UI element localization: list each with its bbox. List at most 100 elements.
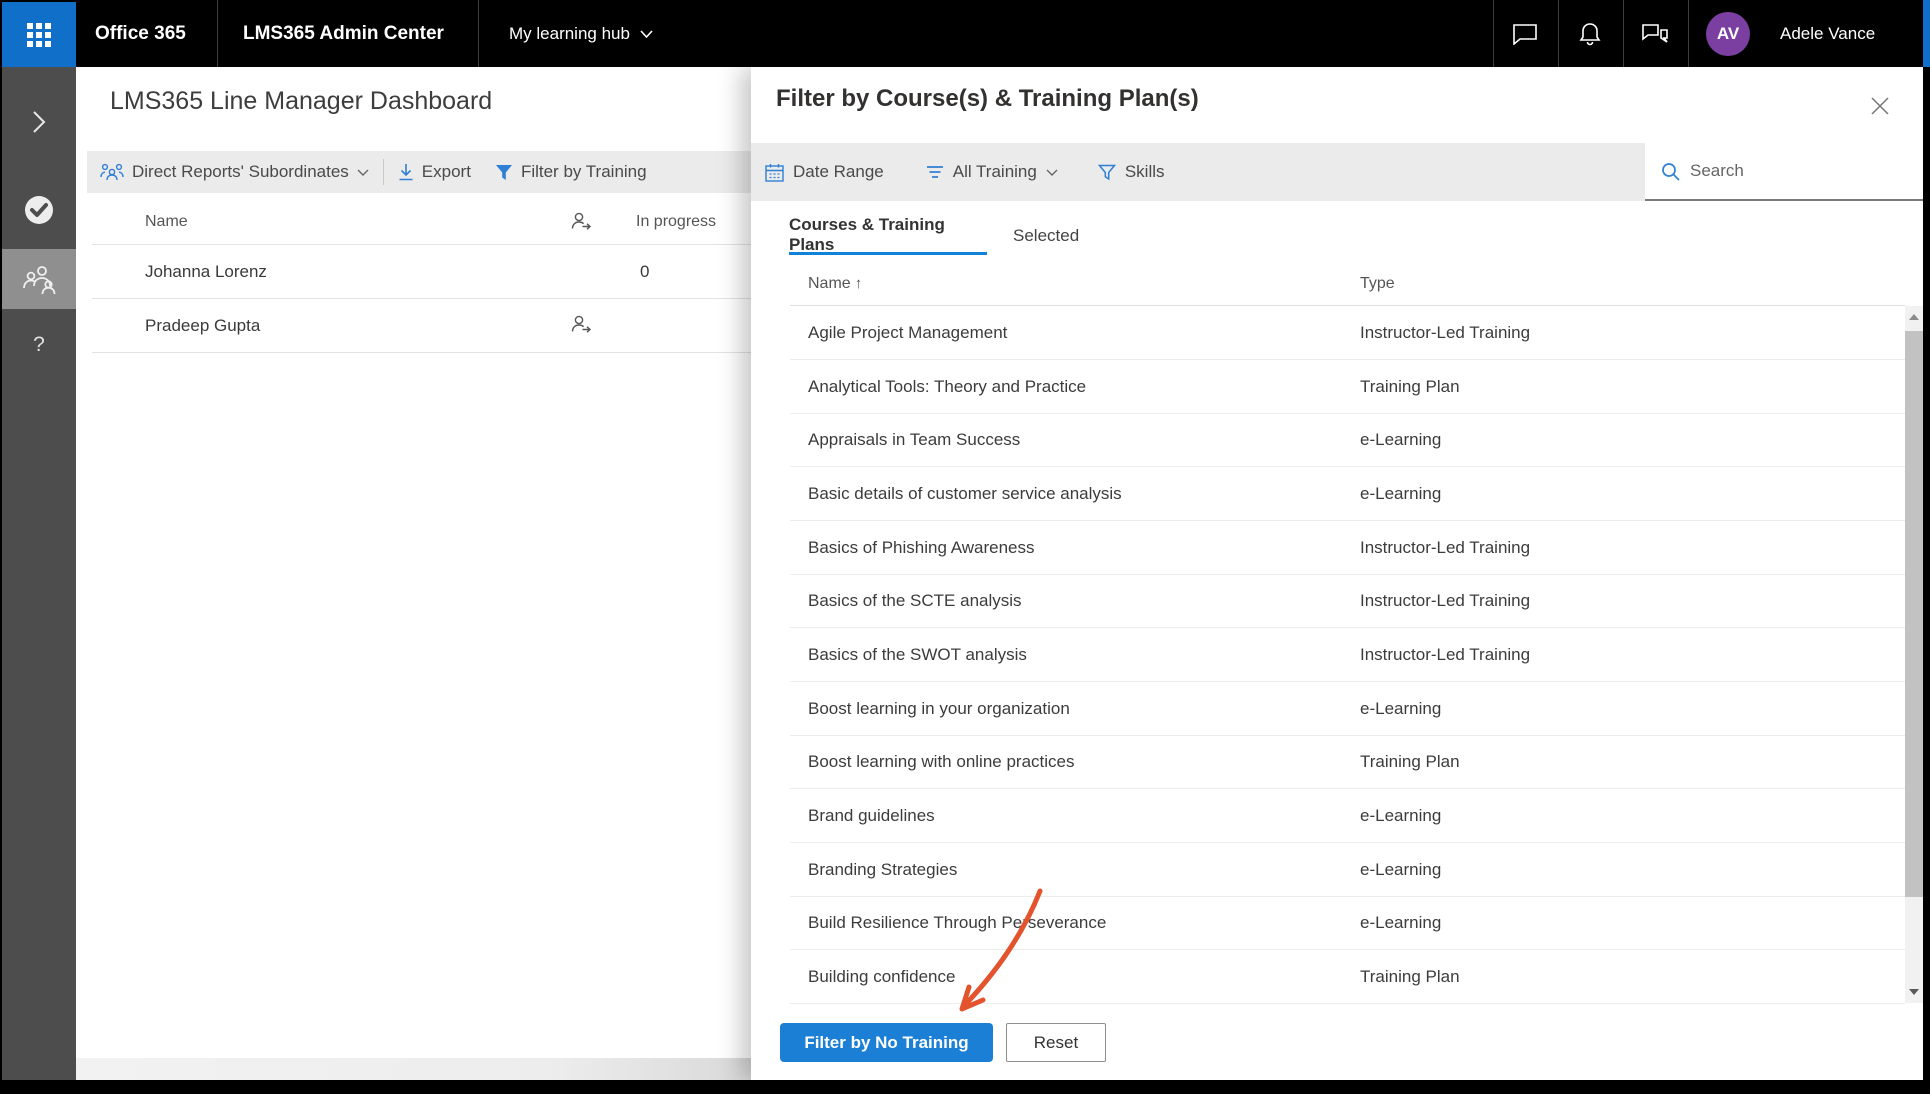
column-header-name[interactable]: Name	[145, 213, 188, 231]
export-button[interactable]: Export	[398, 162, 471, 182]
course-row[interactable]: Build Resilience Through Perseverance e-…	[790, 896, 1905, 950]
filter-funnel-icon	[495, 164, 513, 181]
dashboard-table-header: Name In progress	[92, 199, 751, 245]
topbar-divider	[478, 0, 479, 67]
filter-by-training-button[interactable]: Filter by Training	[495, 162, 647, 182]
search-input[interactable]	[1690, 161, 1890, 181]
person-arrow-icon	[570, 211, 592, 231]
column-header-name[interactable]: Name↑	[808, 275, 862, 293]
course-name: Basics of the SCTE analysis	[808, 591, 1022, 611]
app-title[interactable]: LMS365 Admin Center	[243, 0, 444, 67]
course-name: Boost learning in your organization	[808, 699, 1070, 719]
tab-selected[interactable]: Selected	[1013, 217, 1083, 255]
course-type: e-Learning	[1360, 430, 1441, 450]
course-row[interactable]: Boost learning in your organization e-Le…	[790, 682, 1905, 736]
courses-table-header: Name↑ Type	[790, 263, 1905, 306]
waffle-icon	[26, 22, 52, 48]
course-type: Training Plan	[1360, 377, 1460, 397]
subordinates-column-icon[interactable]	[570, 211, 592, 236]
download-icon	[398, 163, 414, 181]
course-name: Agile Project Management	[808, 323, 1007, 343]
course-row[interactable]: Analytical Tools: Theory and Practice Tr…	[790, 360, 1905, 414]
course-type: e-Learning	[1360, 860, 1441, 880]
date-range-button[interactable]: Date Range	[765, 162, 884, 182]
tab-courses-training-plans[interactable]: Courses & Training Plans	[789, 217, 987, 255]
course-type: e-Learning	[1360, 699, 1441, 719]
avatar[interactable]: AV	[1706, 12, 1750, 56]
course-name: Analytical Tools: Theory and Practice	[808, 377, 1086, 397]
date-range-label: Date Range	[793, 162, 884, 182]
course-row[interactable]: Appraisals in Team Success e-Learning	[790, 413, 1905, 467]
chat-button[interactable]	[1497, 0, 1553, 67]
table-row-johanna-lorenz[interactable]: Johanna Lorenz 0	[92, 245, 751, 299]
course-row[interactable]: Branding Strategies e-Learning	[790, 843, 1905, 897]
course-name: Appraisals in Team Success	[808, 430, 1020, 450]
in-progress-value: 0	[640, 262, 649, 282]
window-edge-accent	[1923, 0, 1930, 67]
close-panel-button[interactable]	[1863, 89, 1897, 123]
skills-funnel-icon	[1098, 164, 1116, 181]
scroll-down-button[interactable]	[1905, 981, 1923, 1003]
panel-scrollbar[interactable]	[1905, 306, 1923, 1003]
org-people-icon	[100, 163, 124, 181]
dashboard-toolbar: Direct Reports' Subordinates Export Filt…	[87, 151, 751, 193]
chevron-down-icon	[357, 169, 369, 176]
course-row[interactable]: Basic details of customer service analys…	[790, 467, 1905, 521]
sidebar-help-button[interactable]: ?	[2, 315, 76, 375]
course-row[interactable]: Building confidence Training Plan	[790, 950, 1905, 1004]
table-row-pradeep-gupta[interactable]: Pradeep Gupta	[92, 299, 751, 353]
course-row[interactable]: Basics of the SCTE analysis Instructor-L…	[790, 574, 1905, 628]
notifications-button[interactable]	[1562, 0, 1618, 67]
sidebar-item-lms365[interactable]	[2, 180, 76, 240]
scope-dropdown[interactable]: Direct Reports' Subordinates	[100, 162, 369, 182]
left-sidebar: ?	[2, 67, 76, 1080]
person-arrow-icon	[570, 314, 592, 334]
sidebar-item-line-manager-dashboard[interactable]	[2, 249, 76, 309]
reset-button[interactable]: Reset	[1006, 1023, 1106, 1062]
chevron-right-icon	[32, 110, 46, 134]
course-name: Boost learning with online practices	[808, 752, 1074, 772]
feedback-button[interactable]	[1627, 0, 1683, 67]
column-header-type[interactable]: Type	[1360, 275, 1395, 293]
course-row[interactable]: Basics of Phishing Awareness Instructor-…	[790, 521, 1905, 575]
scrollbar-thumb[interactable]	[1905, 331, 1923, 897]
triangle-up-icon	[1909, 314, 1919, 320]
course-type: Instructor-Led Training	[1360, 645, 1530, 665]
search-icon	[1661, 162, 1680, 181]
close-icon	[1871, 97, 1889, 115]
course-row[interactable]: Agile Project Management Instructor-Led …	[790, 306, 1905, 360]
chevron-down-icon	[1046, 169, 1058, 176]
app-launcher-button[interactable]	[2, 2, 76, 67]
filter-by-no-training-button[interactable]: Filter by No Training	[780, 1023, 993, 1062]
panel-title: Filter by Course(s) & Training Plan(s)	[776, 85, 1199, 113]
help-icon: ?	[33, 333, 45, 357]
course-name: Brand guidelines	[808, 806, 935, 826]
tab-label: Courses & Training Plans	[789, 215, 987, 255]
horizontal-scrollbar[interactable]	[76, 1058, 751, 1080]
course-type: Instructor-Led Training	[1360, 591, 1530, 611]
scroll-up-button[interactable]	[1905, 306, 1923, 328]
course-row[interactable]: Basics of the SWOT analysis Instructor-L…	[790, 628, 1905, 682]
employee-name: Johanna Lorenz	[145, 262, 267, 282]
sort-ascending-icon: ↑	[855, 275, 863, 292]
skills-button[interactable]: Skills	[1098, 162, 1165, 182]
course-name: Build Resilience Through Perseverance	[808, 913, 1106, 933]
user-name[interactable]: Adele Vance	[1780, 0, 1875, 67]
sidebar-expand-button[interactable]	[2, 92, 76, 152]
triangle-down-icon	[1909, 989, 1919, 995]
topbar-divider	[217, 0, 218, 67]
course-name: Basics of the SWOT analysis	[808, 645, 1027, 665]
course-type: e-Learning	[1360, 806, 1441, 826]
my-learning-hub-dropdown[interactable]: My learning hub	[509, 0, 653, 67]
skills-label: Skills	[1125, 162, 1165, 182]
line-manager-dashboard: LMS365 Line Manager Dashboard Direct Rep…	[76, 67, 751, 1080]
course-row[interactable]: Brand guidelines e-Learning	[790, 789, 1905, 843]
course-row[interactable]: Boost learning with online practices Tra…	[790, 735, 1905, 789]
has-subordinates-icon[interactable]	[570, 314, 592, 339]
course-name: Basics of Phishing Awareness	[808, 538, 1034, 558]
tab-label: Selected	[1013, 226, 1079, 246]
brand-office365[interactable]: Office 365	[95, 0, 186, 67]
column-header-in-progress[interactable]: In progress	[636, 213, 716, 231]
filter-panel: Filter by Course(s) & Training Plan(s) D…	[751, 67, 1923, 1080]
training-type-dropdown[interactable]: All Training	[926, 162, 1058, 182]
